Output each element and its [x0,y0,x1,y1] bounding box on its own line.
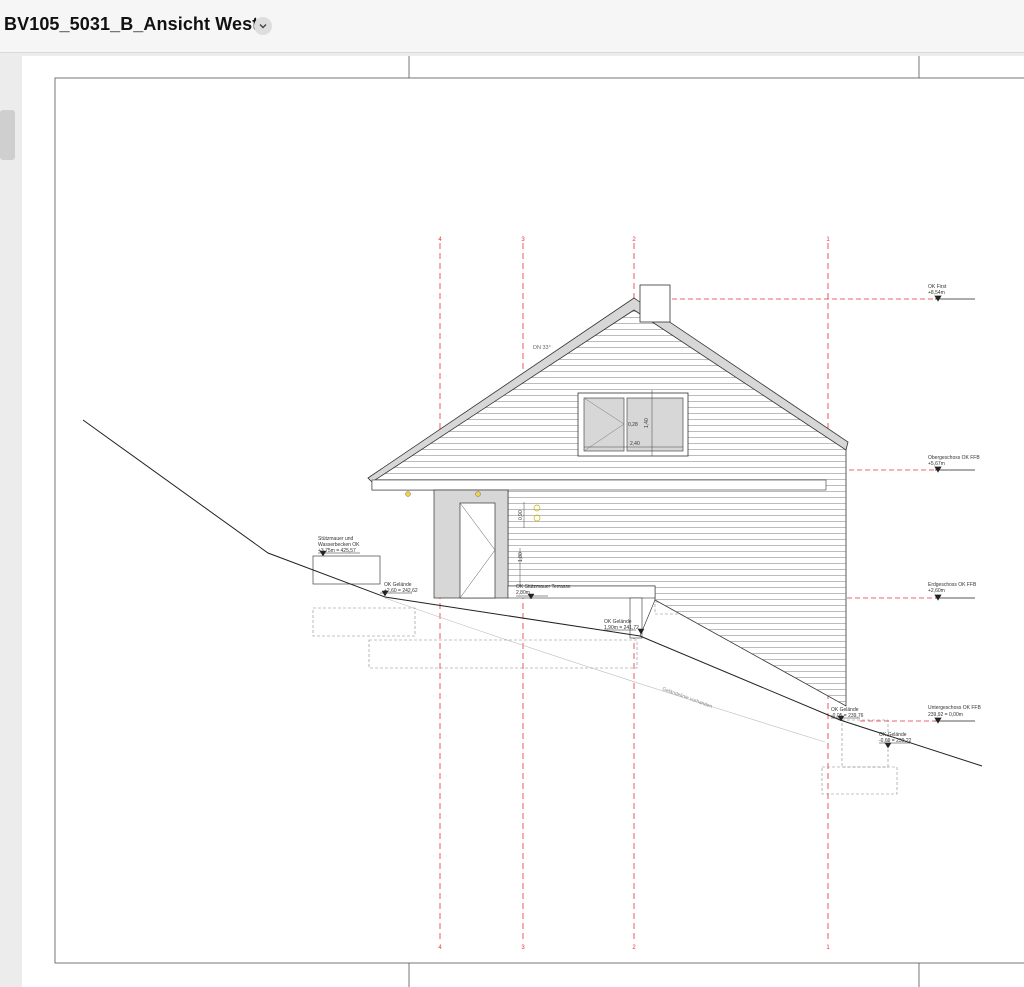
axis-label-top: 3 [521,237,525,243]
axis-label-top: 1 [826,237,830,243]
retaining-wall [312,555,381,585]
window-height-dim: 1,40 [644,418,650,428]
door-dim-b: 1,80 [518,552,524,562]
level-ug-value: 239,92 = 0,00m [928,712,963,718]
roof-pitch-label: DN 33° [533,345,551,351]
title-menu-button[interactable] [254,17,272,35]
axis-label-top: 4 [438,237,442,243]
window-sill-dim: 0,28 [628,422,638,428]
axis-label-top: 2 [632,237,636,243]
axis-label-bottom: 3 [521,945,525,951]
title-bar: BV105_5031_B_Ansicht West [0,0,1024,53]
window-width-dim: 2,40 [630,441,640,447]
level-markers [934,295,975,724]
axis-label-bottom: 2 [632,945,636,951]
house-facade [367,284,849,707]
document-title: BV105_5031_B_Ansicht West [4,14,259,34]
level-labels: OK First +8,54m Obergeschoss OK FFB +5,6… [928,284,981,718]
axis-label-bottom: 4 [438,945,442,951]
door-dim-a: 0,90 [518,510,524,520]
level-eg-value: +2,60m [928,588,945,594]
axis-label-bottom: 1 [826,945,830,951]
terr-value: 2,80m [516,590,530,596]
sidebar-toggle[interactable] [0,110,15,160]
level-ug-label: Untergeschoss OK FFB [928,705,981,711]
terrain-existing-label: Geländelinie vorhanden [661,686,713,710]
level-first-value: +8,54m [928,290,945,296]
drawing-sheet: 4 3 2 1 4 3 2 1 OK First +8,54m Obergesc… [22,56,1024,987]
chevron-down-icon [259,24,267,29]
level-og-value: +5,67m [928,461,945,467]
